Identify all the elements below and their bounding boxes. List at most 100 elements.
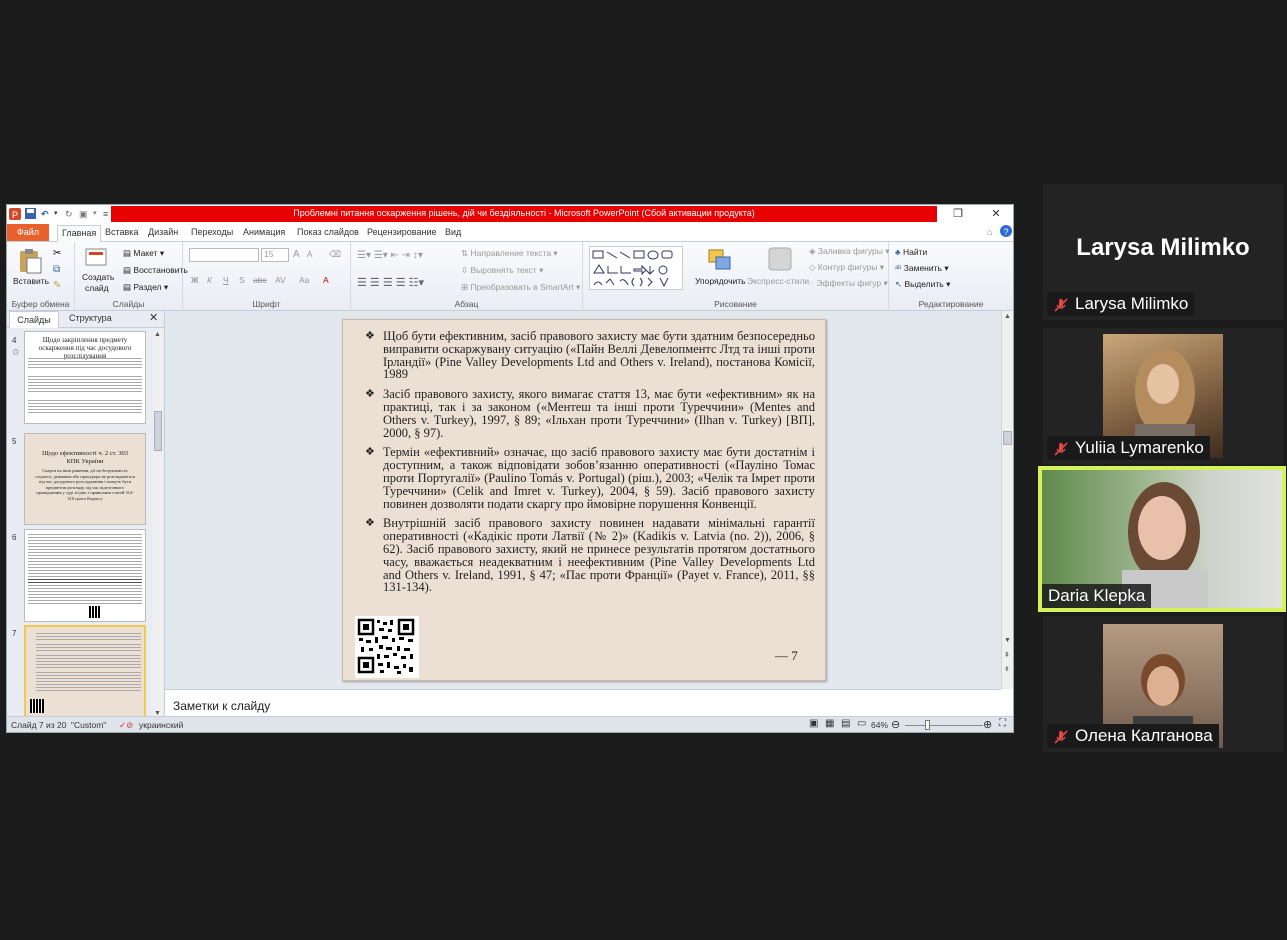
tab-slides[interactable]: Слайды — [9, 311, 59, 328]
scroll-thumb[interactable] — [1003, 431, 1012, 445]
slide-thumbnail-6[interactable] — [24, 529, 146, 622]
zoom-out-icon[interactable]: ⊖ — [891, 718, 900, 731]
slide-sorter-icon[interactable]: ▦ — [825, 718, 834, 729]
scroll-down-icon[interactable]: ▼ — [1004, 637, 1011, 644]
zoom-level[interactable]: 64% — [871, 720, 888, 730]
help-icon[interactable]: ? — [1000, 225, 1012, 239]
section-button[interactable]: ▤ Раздел ▾ — [123, 282, 168, 293]
new-slide-icon[interactable] — [85, 246, 107, 273]
mic-muted-icon — [1053, 728, 1069, 744]
save-icon[interactable] — [25, 208, 36, 220]
slide-scrollbar[interactable]: ▲ ▼ ⇞ ⇟ — [1001, 311, 1013, 689]
paste-button[interactable]: Вставить — [13, 276, 49, 286]
shrink-font-icon[interactable]: A — [307, 250, 312, 259]
scroll-up-icon[interactable]: ▲ — [1004, 313, 1011, 320]
find-button[interactable]: ♣ Найти — [895, 247, 927, 257]
new-slide-label[interactable]: Создать — [82, 272, 114, 282]
font-family-box[interactable] — [189, 248, 259, 262]
tab-transitions[interactable]: Переходы — [191, 227, 233, 237]
undo-dropdown-icon[interactable]: ▾ — [54, 208, 58, 220]
cut-icon[interactable]: ✂ — [53, 248, 61, 259]
tab-file[interactable]: Файл — [7, 224, 49, 241]
theme-name[interactable]: "Custom" — [71, 720, 106, 730]
shapes-gallery[interactable] — [589, 246, 683, 290]
paste-icon[interactable] — [17, 248, 43, 279]
redo-icon[interactable]: ↻ — [65, 208, 73, 220]
notes-pane[interactable]: Заметки к слайду — [165, 689, 1001, 719]
bold-button[interactable]: Ж — [191, 275, 199, 285]
text-direction-button[interactable]: ⇅ Направление текста ▾ — [461, 248, 558, 259]
slide-thumbnail-7-selected[interactable] — [24, 625, 146, 719]
change-case-button[interactable]: Aa — [299, 275, 309, 285]
smartart-button[interactable]: ⊞ Преобразовать в SmartArt ▾ — [461, 282, 580, 293]
zoom-in-icon[interactable]: ⊕ — [983, 718, 992, 731]
slide-page-number: — 7 — [775, 648, 798, 663]
customize-qat-icon[interactable]: ≡ — [103, 208, 108, 220]
slideshow-from-start-icon[interactable]: ▣ — [79, 208, 88, 220]
arrange-button[interactable]: Упорядочить — [695, 276, 746, 286]
char-spacing-button[interactable]: AV — [275, 275, 286, 285]
normal-view-icon[interactable]: ▣ — [809, 718, 818, 729]
strikethrough-button[interactable]: abc — [253, 275, 267, 285]
participant-tile-1[interactable]: Larysa Milimko Larysa Milimko — [1043, 184, 1283, 320]
font-size-box[interactable]: 15 — [261, 248, 289, 262]
tab-insert[interactable]: Вставка — [105, 227, 138, 237]
undo-icon[interactable]: ↶ — [41, 208, 49, 220]
close-button[interactable]: ✕ — [985, 206, 1007, 222]
participant-tile-3-active-speaker[interactable]: Daria Klepka — [1038, 466, 1286, 612]
fit-slide-icon[interactable]: ⛶ — [999, 718, 1006, 729]
current-slide[interactable]: ❖ Щоб бути ефективним, засіб правового за… — [342, 319, 826, 681]
spellcheck-icon[interactable]: ✓⊘ — [119, 720, 133, 731]
zoom-slider-track[interactable] — [905, 725, 983, 726]
next-slide-icon[interactable]: ⇟ — [1004, 665, 1010, 673]
scroll-up-icon[interactable]: ▲ — [154, 331, 161, 338]
participant-tile-2[interactable]: Yuliia Lymarenko — [1043, 328, 1283, 464]
copy-icon[interactable]: ⧉ — [53, 264, 60, 275]
tab-animation[interactable]: Анимация — [243, 227, 285, 237]
slides-panel-scrollbar[interactable]: ▲ ▼ — [153, 331, 163, 717]
tab-review[interactable]: Рецензирование — [367, 227, 437, 237]
participant-tile-4[interactable]: Олена Калганова — [1043, 616, 1283, 752]
quick-styles-button[interactable]: Экспресс-стили — [747, 276, 809, 286]
italic-button[interactable]: К — [207, 275, 212, 285]
arrange-icon[interactable] — [707, 248, 733, 277]
replace-button[interactable]: ᵃᵇ Заменить ▾ — [895, 263, 949, 274]
reset-button[interactable]: ▤ Восстановить — [123, 265, 188, 276]
font-color-button[interactable]: A — [323, 275, 329, 285]
notes-placeholder[interactable]: Заметки к слайду — [173, 699, 270, 713]
shadow-button[interactable]: S — [239, 275, 245, 285]
align-text-button[interactable]: ⇳ Выровнять текст ▾ — [461, 265, 543, 276]
bullet-item: ❖ Термін «ефективний» означає, що засіб п… — [365, 446, 815, 510]
shape-effects-button[interactable]: ◌ Эффекты фигур ▾ — [809, 278, 888, 289]
tab-home[interactable]: Главная — [57, 225, 102, 242]
tab-design[interactable]: Дизайн — [148, 227, 178, 237]
alignment-buttons[interactable]: ☰ ☰ ☰ ☰ ☷▾ — [357, 276, 424, 289]
tab-view[interactable]: Вид — [445, 227, 461, 237]
format-painter-icon[interactable]: ✎ — [53, 280, 61, 291]
bullets-button[interactable]: ☰▾ ☰▾ ⇤ ⇥ ↕▾ — [357, 250, 423, 261]
animation-marker-icon: ✩ — [12, 347, 20, 357]
slide-thumbnail-5[interactable]: Щодо ефективності ч. 2 ст. 303 КПК Украї… — [24, 433, 146, 525]
previous-slide-icon[interactable]: ⇞ — [1004, 651, 1010, 659]
layout-button[interactable]: ▤ Макет ▾ — [123, 248, 164, 259]
select-button[interactable]: ↖ Выделить ▾ — [895, 279, 950, 290]
qat-more-icon[interactable]: ▾ — [93, 208, 97, 220]
scroll-thumb[interactable] — [154, 411, 162, 451]
collapse-ribbon-icon[interactable]: ⌂ — [987, 227, 992, 237]
tab-slideshow[interactable]: Показ слайдов — [297, 227, 359, 237]
grow-font-icon[interactable]: A — [293, 249, 300, 260]
close-panel-icon[interactable]: ✕ — [149, 311, 158, 324]
shape-outline-button[interactable]: ◇ Контур фигуры ▾ — [809, 262, 884, 273]
quick-styles-icon[interactable] — [767, 246, 793, 277]
restore-button[interactable]: ❐ — [947, 206, 969, 222]
new-slide-label2[interactable]: слайд — [85, 283, 109, 293]
slide-thumbnail-4[interactable]: Щодо закріплення предмету оскарження під… — [24, 331, 146, 424]
slideshow-view-icon[interactable]: ▭ — [857, 718, 866, 729]
language-indicator[interactable]: украинский — [139, 720, 183, 730]
underline-button[interactable]: Ч — [223, 275, 229, 285]
clear-format-icon[interactable]: ⌫ — [329, 249, 341, 260]
shape-fill-button[interactable]: ◈ Заливка фигуры ▾ — [809, 246, 889, 257]
tab-outline[interactable]: Структура — [69, 313, 112, 323]
reading-view-icon[interactable]: ▤ — [841, 718, 850, 729]
zoom-slider-thumb[interactable] — [925, 720, 930, 730]
